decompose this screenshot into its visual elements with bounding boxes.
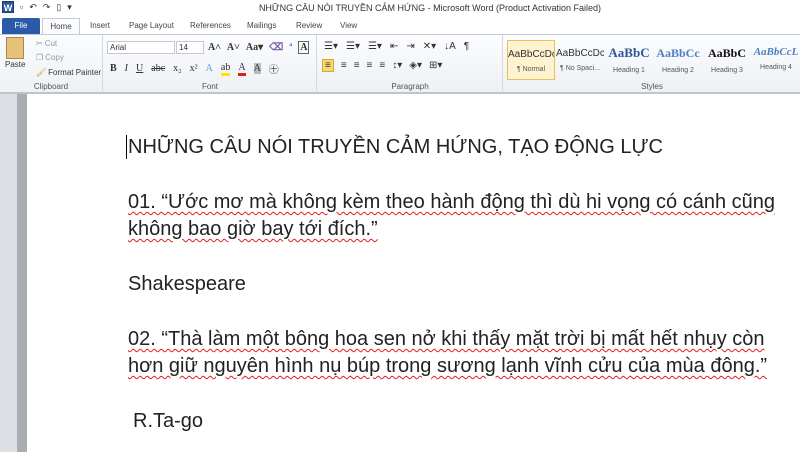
tab-view[interactable]: View <box>334 18 363 34</box>
style-normal[interactable]: AaBbCcDc ¶ Normal <box>507 40 555 80</box>
clear-formatting-icon[interactable]: ⌫ <box>269 42 283 53</box>
enclose-characters-icon[interactable]: ㊉ <box>269 61 279 76</box>
tab-review[interactable]: Review <box>290 18 328 34</box>
strikethrough-icon[interactable]: abc <box>151 63 165 74</box>
document-heading: NHỮNG CÂU NÓI TRUYỀN CẢM HỨNG, TẠO ĐỘNG … <box>128 136 663 158</box>
shading-icon[interactable]: ◈▾ <box>409 60 422 71</box>
quote-2-line-1: 02. “Thà làm một bông hoa sen nở khi thấ… <box>128 328 765 350</box>
copy-button[interactable]: ❐ Copy <box>36 53 64 62</box>
ribbon-tabs: File Home Insert Page Layout References … <box>0 16 800 34</box>
style-name: Heading 4 <box>760 64 792 71</box>
paste-button[interactable]: Paste <box>5 37 25 69</box>
tab-page-layout[interactable]: Page Layout <box>123 18 180 34</box>
tab-mailings[interactable]: Mailings <box>241 18 282 34</box>
style-name: Heading 2 <box>662 67 694 74</box>
style-preview: AaBbC <box>707 46 746 60</box>
tab-insert[interactable]: Insert <box>84 18 116 34</box>
left-gutter <box>0 94 17 452</box>
highlight-icon[interactable]: ab <box>220 62 231 76</box>
tab-references[interactable]: References <box>184 18 237 34</box>
paste-icon <box>6 37 25 59</box>
font-label: Font <box>201 82 218 91</box>
font-size-select[interactable]: 14 <box>176 41 204 54</box>
cut-button[interactable]: ✂ Cut <box>36 39 57 48</box>
font-color-icon[interactable]: A <box>238 62 246 76</box>
styles-label: Styles <box>641 82 663 91</box>
text-effects-icon[interactable]: A <box>206 63 213 74</box>
style-name: Heading 3 <box>711 67 743 74</box>
vertical-ruler <box>17 94 27 452</box>
phonetic-guide-icon[interactable]: ª <box>289 42 292 53</box>
style-heading-3[interactable]: AaBbC Heading 3 <box>703 40 751 80</box>
scissors-icon: ✂ <box>36 39 43 48</box>
increase-indent-icon[interactable]: ⇥ <box>406 41 414 52</box>
title-bar: W ▫ ↶ ↷ ▯ ▾ NHỮNG CÂU NÓI TRUYỀN CẢM HỨN… <box>0 0 800 16</box>
author-1: Shakespeare <box>128 273 246 295</box>
tab-file[interactable]: File <box>2 18 40 34</box>
window-title: NHỮNG CÂU NÓI TRUYỀN CẢM HỨNG - Microsof… <box>258 3 602 13</box>
text-cursor <box>126 135 127 159</box>
align-left-icon[interactable]: ≡ <box>322 59 334 72</box>
paragraph-tools-row1: ☰▾ ☰▾ ☰▾ ⇤ ⇥ ✕▾ ↓A ¶ <box>324 41 469 52</box>
format-painter-button[interactable]: 🖌 Format Painter <box>36 68 101 77</box>
style-heading-4[interactable]: AaBbCcL Heading 4 <box>752 40 800 80</box>
sort-icon[interactable]: ↓A <box>444 41 456 52</box>
borders-icon[interactable]: ⊞▾ <box>429 60 442 71</box>
quote-1-line-1: 01. “Ước mơ mà không kèm theo hành động … <box>128 191 776 213</box>
font-group: Arial 14 A˄ A˅ Aa▾ ⌫ ª A B I Uabc x₂ x² Aab A A ㊉ Fon… <box>104 35 317 93</box>
author-2: R.Ta-go <box>133 410 204 432</box>
decrease-indent-icon[interactable]: ⇤ <box>390 41 398 52</box>
style-no-spacing[interactable]: AaBbCcDc ¶ No Spaci... <box>556 40 604 80</box>
italic-icon[interactable]: I <box>125 63 128 74</box>
font-tools-row2: B I Uabc x₂ x² Aab A A ㊉ <box>110 61 279 77</box>
tab-home[interactable]: Home <box>42 18 80 34</box>
style-preview: AaBbCcDc <box>508 49 554 60</box>
multilevel-list-icon[interactable]: ☰▾ <box>368 41 382 52</box>
line-spacing-icon[interactable]: ↕▾ <box>392 60 402 71</box>
clipboard-label: Clipboard <box>33 82 69 91</box>
quote-2-line-2: hơn giữ nguyên hình nụ búp trong sương l… <box>128 355 768 377</box>
align-right-icon[interactable]: ≡ <box>354 60 360 71</box>
style-heading-1[interactable]: AaBbC Heading 1 <box>605 40 653 80</box>
character-border-icon[interactable]: A <box>298 41 310 54</box>
style-name: Heading 1 <box>613 67 645 74</box>
styles-group: AaBbCcDc ¶ Normal AaBbCcDc ¶ No Spaci... A… <box>504 35 800 93</box>
align-center-icon[interactable]: ≡ <box>341 60 347 71</box>
bold-icon[interactable]: B <box>110 63 117 74</box>
style-preview: AaBbCc <box>656 46 700 60</box>
copy-icon: ❐ <box>36 53 44 62</box>
font-tools-row1: A˄ A˅ Aa▾ ⌫ ª A <box>208 41 310 54</box>
brush-icon: 🖌 <box>36 68 47 77</box>
ribbon: Paste ✂ Cut ❐ Copy 🖌 Format Painter Clipboa… <box>0 34 800 94</box>
superscript-icon[interactable]: x² <box>190 63 198 74</box>
style-preview: AaBbCcL <box>753 46 799 58</box>
underline-icon[interactable]: U <box>136 63 143 74</box>
asian-layout-icon[interactable]: ✕▾ <box>423 41 436 52</box>
style-name: ¶ Normal <box>516 66 546 73</box>
character-shading-icon[interactable]: A <box>253 63 261 74</box>
distributed-icon[interactable]: ≡ <box>379 60 385 71</box>
bullets-icon[interactable]: ☰▾ <box>324 41 338 52</box>
numbering-icon[interactable]: ☰▾ <box>346 41 360 52</box>
change-case-icon[interactable]: Aa▾ <box>246 42 263 53</box>
grow-font-icon[interactable]: A˄ <box>208 42 221 53</box>
font-name-select[interactable]: Arial <box>107 41 175 54</box>
document-page[interactable]: NHỮNG CÂU NÓI TRUYỀN CẢM HỨNG, TẠO ĐỘNG … <box>27 94 800 452</box>
paragraph-group: ☰▾ ☰▾ ☰▾ ⇤ ⇥ ✕▾ ↓A ¶ ≡ ≡ ≡ ≡ ≡ ↕▾ ◈▾ ⊞▾ Paragraph <box>318 35 503 93</box>
paragraph-tools-row2: ≡ ≡ ≡ ≡ ≡ ↕▾ ◈▾ ⊞▾ <box>322 59 442 72</box>
justify-icon[interactable]: ≡ <box>367 60 373 71</box>
paragraph-label: Paragraph <box>391 82 429 91</box>
style-heading-2[interactable]: AaBbCc Heading 2 <box>654 40 702 80</box>
style-preview: AaBbCcDc <box>556 48 604 59</box>
quote-1-line-2: không bao giờ bay tới đích.” <box>128 218 378 240</box>
subscript-icon[interactable]: x₂ <box>173 63 182 74</box>
style-name: ¶ No Spaci... <box>560 65 600 72</box>
clipboard-group: Paste ✂ Cut ❐ Copy 🖌 Format Painter Clipboa… <box>0 35 103 93</box>
shrink-font-icon[interactable]: A˅ <box>227 42 240 53</box>
style-preview: AaBbC <box>608 45 650 60</box>
show-marks-icon[interactable]: ¶ <box>464 41 469 52</box>
